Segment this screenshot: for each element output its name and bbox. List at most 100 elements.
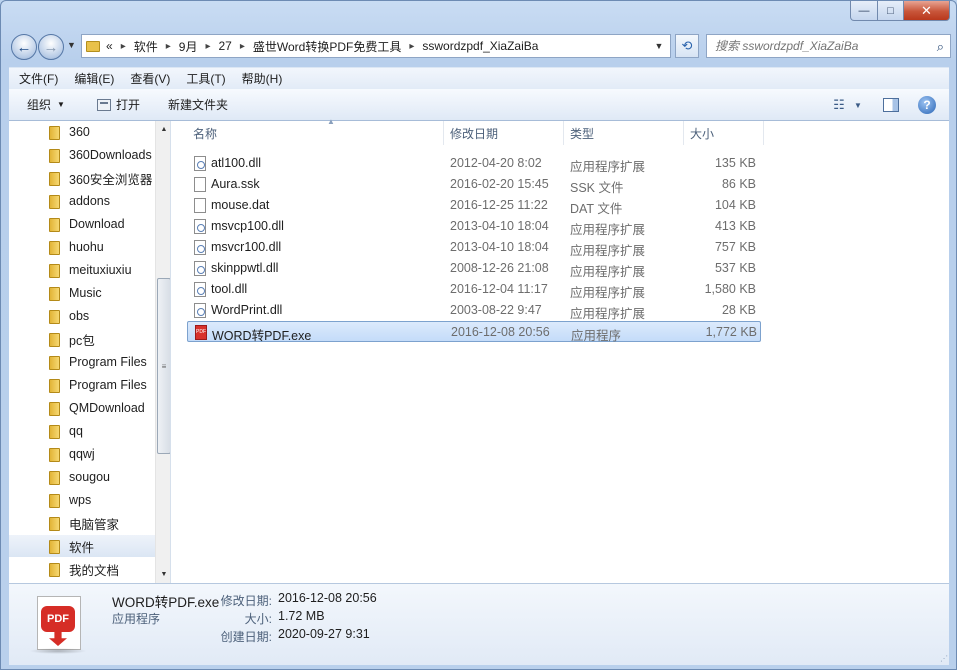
- file-type: 应用程序扩展: [570, 244, 646, 258]
- details-modified-label: 修改日期:: [220, 594, 272, 608]
- minimize-button[interactable]: —: [850, 1, 878, 21]
- maximize-button[interactable]: □: [878, 1, 904, 21]
- preview-pane-button[interactable]: [879, 93, 903, 117]
- breadcrumb-separator[interactable]: ▸: [240, 41, 245, 52]
- address-bar[interactable]: « ▸ 软件 ▸ 9月 ▸ 27 ▸ 盛世Word转换PDF免费工具 ▸ ssw…: [81, 34, 671, 58]
- navigation-scrollbar[interactable]: ▲ ≡ ▼: [155, 121, 170, 583]
- column-header-date[interactable]: 修改日期: [444, 121, 564, 145]
- file-modified-date: 2003-08-22 9:47: [450, 303, 542, 317]
- tree-item[interactable]: meituxiuxiu: [9, 259, 155, 281]
- back-button[interactable]: ←: [11, 34, 37, 60]
- file-size: 537 KB: [714, 261, 756, 275]
- tree-item[interactable]: 电脑管家: [9, 512, 155, 534]
- tree-item[interactable]: qq: [9, 420, 155, 442]
- column-header-size[interactable]: 大小: [684, 121, 764, 145]
- folder-icon: [49, 448, 60, 462]
- breadcrumb-current-folder[interactable]: sswordzpdf_XiaZaiBa: [422, 39, 538, 53]
- breadcrumb-separator[interactable]: ▸: [205, 41, 210, 52]
- scroll-up-icon[interactable]: ▲: [156, 121, 170, 138]
- tree-item[interactable]: 360: [9, 121, 155, 143]
- tree-item-label: huohu: [69, 240, 104, 254]
- recent-pages-dropdown[interactable]: ▼: [67, 40, 76, 50]
- file-name: skinppwtl.dll: [211, 261, 279, 275]
- file-name: Aura.ssk: [211, 177, 260, 191]
- file-row[interactable]: msvcr100.dll 2013-04-10 18:04 应用程序扩展 757 KB: [187, 237, 761, 258]
- breadcrumb-overflow[interactable]: «: [106, 39, 113, 53]
- tree-item[interactable]: wps: [9, 489, 155, 511]
- breadcrumb-day[interactable]: 27: [218, 39, 231, 53]
- column-header-name[interactable]: 名称 ▲: [187, 117, 444, 145]
- file-name: msvcr100.dll: [211, 240, 282, 254]
- file-row[interactable]: msvcp100.dll 2013-04-10 18:04 应用程序扩展 413 KB: [187, 216, 761, 237]
- file-row[interactable]: skinppwtl.dll 2008-12-26 21:08 应用程序扩展 537 K…: [187, 258, 761, 279]
- breadcrumb-separator[interactable]: ▸: [409, 41, 414, 52]
- view-options-chevron-icon[interactable]: ▼: [851, 93, 865, 117]
- tree-item[interactable]: 360Downloads: [9, 144, 155, 166]
- close-button[interactable]: ✕: [904, 1, 950, 21]
- column-size-label: 大小: [690, 126, 715, 141]
- pdf-badge: PDF: [41, 606, 75, 632]
- folder-icon: [49, 241, 60, 255]
- tree-item[interactable]: qqwj: [9, 443, 155, 465]
- menu-edit[interactable]: 编辑(E): [66, 70, 122, 87]
- menu-file[interactable]: 文件(F): [11, 70, 66, 87]
- file-type: 应用程序扩展: [570, 223, 646, 237]
- file-row[interactable]: atl100.dll 2012-04-20 8:02 应用程序扩展 135 KB: [187, 153, 761, 174]
- tree-item[interactable]: Music: [9, 282, 155, 304]
- breadcrumb-month[interactable]: 9月: [179, 38, 198, 55]
- menu-help[interactable]: 帮助(H): [234, 70, 291, 87]
- navigation-pane: 我的文档 软件 电脑管家 wps sougou qqwj qq QMDownload Progr…: [9, 121, 171, 583]
- file-size: 1,772 KB: [705, 325, 757, 339]
- open-button[interactable]: 打开: [87, 93, 150, 117]
- dll-file-icon: [194, 219, 206, 234]
- file-size: 413 KB: [714, 219, 756, 233]
- tree-item[interactable]: 我的文档: [9, 558, 155, 580]
- refresh-button[interactable]: ⟲: [675, 34, 699, 58]
- open-icon: [96, 98, 111, 111]
- file-type: 应用程序扩展: [570, 265, 646, 279]
- pdf-app-icon: [195, 325, 207, 340]
- search-icon[interactable]: ⌕: [937, 39, 944, 55]
- resize-grip-icon[interactable]: ⋰: [940, 654, 948, 663]
- tree-item-label: QMDownload: [69, 401, 145, 415]
- breadcrumb-separator[interactable]: ▸: [166, 41, 171, 52]
- search-input[interactable]: [715, 39, 925, 53]
- tree-item[interactable]: sougou: [9, 466, 155, 488]
- organize-button[interactable]: 组织 ▼: [17, 93, 75, 117]
- file-row[interactable]: tool.dll 2016-12-04 11:17 应用程序扩展 1,580 KB: [187, 279, 761, 300]
- tree-item[interactable]: Program Files: [9, 351, 155, 373]
- tree-item[interactable]: obs: [9, 305, 155, 327]
- tree-item[interactable]: huohu: [9, 236, 155, 258]
- breadcrumb-separator[interactable]: ▸: [121, 41, 126, 52]
- menu-tools[interactable]: 工具(T): [178, 70, 233, 87]
- search-box[interactable]: ⌕: [706, 34, 951, 58]
- tree-item[interactable]: Download: [9, 213, 155, 235]
- file-icon: [194, 198, 206, 213]
- file-name: tool.dll: [211, 282, 248, 296]
- tree-item[interactable]: 360安全浏览器: [9, 167, 155, 189]
- tree-item[interactable]: 软件: [9, 535, 155, 557]
- breadcrumb-software[interactable]: 软件: [134, 38, 158, 55]
- file-type: 应用程序扩展: [570, 307, 646, 321]
- column-header-type[interactable]: 类型: [564, 121, 684, 145]
- scroll-down-icon[interactable]: ▼: [156, 566, 170, 583]
- tree-item[interactable]: addons: [9, 190, 155, 212]
- tree-item[interactable]: Program Files: [9, 374, 155, 396]
- menu-view[interactable]: 查看(V): [122, 70, 178, 87]
- folder-icon: [49, 149, 60, 163]
- file-row[interactable]: WORD转PDF.exe 2016-12-08 20:56 应用程序 1,772 KB: [187, 321, 761, 343]
- help-button[interactable]: ?: [915, 93, 939, 117]
- address-history-chevron-icon[interactable]: ▼: [650, 37, 668, 55]
- column-type-label: 类型: [570, 126, 595, 141]
- tree-item[interactable]: pc包: [9, 328, 155, 350]
- tree-item-label: sougou: [69, 470, 111, 484]
- file-row[interactable]: WordPrint.dll 2003-08-22 9:47 应用程序扩展 28 KB: [187, 300, 761, 321]
- tree-item[interactable]: QMDownload: [9, 397, 155, 419]
- new-folder-button[interactable]: 新建文件夹: [158, 93, 238, 117]
- scrollbar-thumb[interactable]: ≡: [157, 278, 170, 454]
- forward-button[interactable]: →: [38, 34, 64, 60]
- file-row[interactable]: mouse.dat 2016-12-25 11:22 DAT 文件 104 KB: [187, 195, 761, 216]
- file-row[interactable]: Aura.ssk 2016-02-20 15:45 SSK 文件 86 KB: [187, 174, 761, 195]
- change-view-icon[interactable]: ☷: [827, 93, 851, 117]
- breadcrumb-tool-folder[interactable]: 盛世Word转换PDF免费工具: [253, 38, 401, 55]
